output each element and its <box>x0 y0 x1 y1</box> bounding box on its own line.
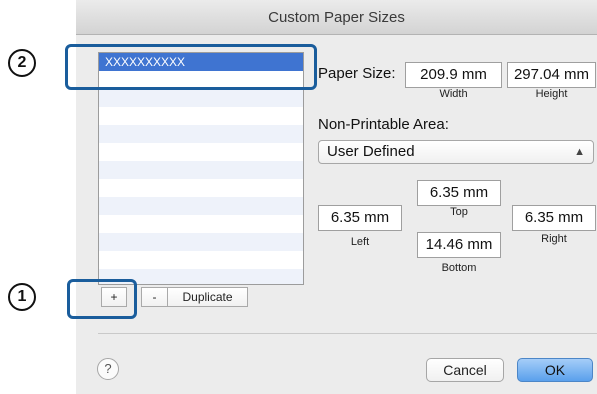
list-row <box>99 215 303 233</box>
height-caption: Height <box>535 88 568 100</box>
help-icon[interactable]: ? <box>97 358 119 380</box>
list-row <box>99 161 303 179</box>
left-caption: Left <box>350 236 370 248</box>
list-row <box>99 179 303 197</box>
top-caption: Top <box>450 206 468 218</box>
paper-width-field[interactable]: 209.9 mm <box>405 62 502 88</box>
highlight-list-item-box <box>65 44 317 90</box>
paper-size-label: Paper Size: <box>318 65 396 82</box>
margin-right-field[interactable]: 6.35 mm <box>512 205 596 231</box>
list-row <box>99 143 303 161</box>
list-row <box>99 197 303 215</box>
callout-one-badge: 1 <box>8 283 36 311</box>
list-row <box>99 89 303 107</box>
callout-two-badge: 2 <box>8 49 36 77</box>
list-row <box>99 233 303 251</box>
list-row <box>99 125 303 143</box>
remove-button[interactable]: - <box>141 287 167 307</box>
list-row <box>99 251 303 269</box>
cancel-button[interactable]: Cancel <box>426 358 504 382</box>
select-value: User Defined <box>327 143 415 160</box>
bottom-caption: Bottom <box>441 262 477 274</box>
margin-top-field[interactable]: 6.35 mm <box>417 180 501 206</box>
duplicate-button[interactable]: Duplicate <box>167 287 248 307</box>
margin-left-field[interactable]: 6.35 mm <box>318 205 402 231</box>
list-row <box>99 107 303 125</box>
right-caption: Right <box>541 233 567 245</box>
non-printable-area-select[interactable]: User Defined ▲ <box>318 140 594 164</box>
select-arrows-icon: ▲ <box>574 146 585 158</box>
highlight-add-button-box <box>67 279 137 319</box>
window-title: Custom Paper Sizes <box>76 0 597 35</box>
footer-divider <box>98 333 597 334</box>
margin-bottom-field[interactable]: 14.46 mm <box>417 232 501 258</box>
width-caption: Width <box>439 88 468 100</box>
paper-height-field[interactable]: 297.04 mm <box>507 62 596 88</box>
ok-button[interactable]: OK <box>517 358 593 382</box>
non-printable-area-label: Non-Printable Area: <box>318 116 449 133</box>
